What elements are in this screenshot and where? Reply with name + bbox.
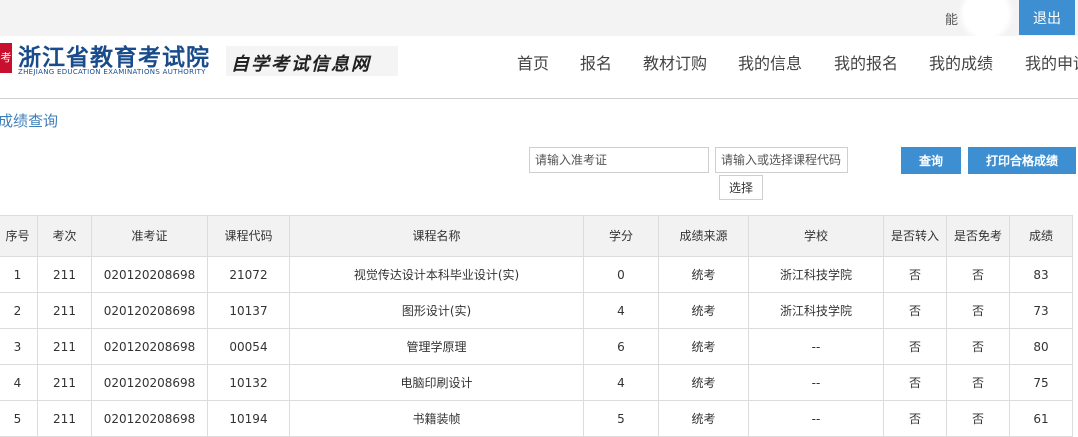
nav-item-my-registration[interactable]: 我的报名 xyxy=(834,50,898,74)
table-row: 2 211 020120208698 10137 图形设计(实) 4 统考 浙江… xyxy=(0,292,1073,329)
table-row: 3 211 020120208698 00054 管理学原理 6 统考 -- 否… xyxy=(0,328,1073,365)
table-cell: 211 xyxy=(37,328,92,365)
table-cell: 否 xyxy=(946,256,1010,293)
print-passed-scores-button[interactable]: 打印合格成绩 xyxy=(968,147,1076,174)
column-header: 成绩 xyxy=(1009,215,1073,257)
table-cell: 211 xyxy=(37,400,92,437)
table-cell: 1 xyxy=(0,256,38,293)
table-cell: 图形设计(实) xyxy=(289,292,584,329)
column-header: 学校 xyxy=(748,215,884,257)
table-cell: 4 xyxy=(583,364,659,401)
table-cell: 020120208698 xyxy=(91,364,208,401)
user-name: 能 xyxy=(945,13,959,28)
table-cell: 6 xyxy=(583,328,659,365)
table-row: 4 211 020120208698 10132 电脑印刷设计 4 统考 -- … xyxy=(0,364,1073,401)
table-cell: -- xyxy=(748,328,884,365)
table-row: 5 211 020120208698 10194 书籍装帧 5 统考 -- 否 … xyxy=(0,400,1073,437)
table-cell: 211 xyxy=(37,256,92,293)
column-header: 考次 xyxy=(37,215,92,257)
main-nav: 首页 报名 教材订购 我的信息 我的报名 我的成绩 我的申请 xyxy=(0,50,1078,74)
table-cell: 4 xyxy=(0,364,38,401)
table-header-row: 序号 考次 准考证 课程代码 课程名称 学分 成绩来源 学校 是否转入 是否免考… xyxy=(0,215,1073,257)
table-cell: 3 xyxy=(0,328,38,365)
table-cell: 统考 xyxy=(658,328,749,365)
table-cell: 否 xyxy=(883,364,947,401)
column-header: 课程名称 xyxy=(289,215,584,257)
course-code-input[interactable] xyxy=(715,147,848,173)
table-cell: 61 xyxy=(1009,400,1073,437)
scores-table: 序号 考次 准考证 课程代码 课程名称 学分 成绩来源 学校 是否转入 是否免考… xyxy=(0,215,1073,437)
table-cell: 视觉传达设计本科毕业设计(实) xyxy=(289,256,584,293)
nav-item-my-info[interactable]: 我的信息 xyxy=(738,50,802,74)
table-cell: 5 xyxy=(583,400,659,437)
nav-item-home[interactable]: 首页 xyxy=(517,50,549,74)
table-cell: 73 xyxy=(1009,292,1073,329)
table-cell: -- xyxy=(748,400,884,437)
table-cell: 浙江科技学院 xyxy=(748,256,884,293)
table-cell: -- xyxy=(748,364,884,401)
table-cell: 2 xyxy=(0,292,38,329)
logout-button[interactable]: 退出 xyxy=(1019,0,1075,35)
table-cell: 否 xyxy=(946,364,1010,401)
table-cell: 管理学原理 xyxy=(289,328,584,365)
column-header: 是否转入 xyxy=(883,215,947,257)
table-cell: 否 xyxy=(946,400,1010,437)
query-button[interactable]: 查询 xyxy=(901,147,961,174)
column-header: 学分 xyxy=(583,215,659,257)
table-cell: 020120208698 xyxy=(91,292,208,329)
table-cell: 020120208698 xyxy=(91,328,208,365)
table-cell: 4 xyxy=(583,292,659,329)
table-cell: 电脑印刷设计 xyxy=(289,364,584,401)
column-header: 成绩来源 xyxy=(658,215,749,257)
table-cell: 统考 xyxy=(658,292,749,329)
nav-item-my-applications[interactable]: 我的申请 xyxy=(1025,50,1078,74)
table-cell: 统考 xyxy=(658,364,749,401)
table-cell: 否 xyxy=(946,292,1010,329)
table-cell: 否 xyxy=(883,328,947,365)
table-cell: 否 xyxy=(883,256,947,293)
column-header: 是否免考 xyxy=(946,215,1010,257)
table-cell: 80 xyxy=(1009,328,1073,365)
table-cell: 否 xyxy=(883,400,947,437)
table-row: 1 211 020120208698 21072 视觉传达设计本科毕业设计(实)… xyxy=(0,256,1073,293)
site-header: 考 浙江省教育考试院 ZHEJIANG EDUCATION EXAMINATIO… xyxy=(0,36,1078,99)
table-cell: 浙江科技学院 xyxy=(748,292,884,329)
table-cell: 统考 xyxy=(658,400,749,437)
nav-item-registration[interactable]: 报名 xyxy=(580,50,612,74)
column-header: 序号 xyxy=(0,215,38,257)
table-cell: 211 xyxy=(37,364,92,401)
table-cell: 10137 xyxy=(207,292,290,329)
column-header: 课程代码 xyxy=(207,215,290,257)
table-cell: 020120208698 xyxy=(91,256,208,293)
table-cell: 83 xyxy=(1009,256,1073,293)
nav-item-my-scores[interactable]: 我的成绩 xyxy=(929,50,993,74)
column-header: 准考证 xyxy=(91,215,208,257)
table-cell: 211 xyxy=(37,292,92,329)
table-cell: 020120208698 xyxy=(91,400,208,437)
table-cell: 书籍装帧 xyxy=(289,400,584,437)
table-cell: 75 xyxy=(1009,364,1073,401)
table-cell: 否 xyxy=(883,292,947,329)
table-cell: 否 xyxy=(946,328,1010,365)
table-cell: 10194 xyxy=(207,400,290,437)
table-cell: 0 xyxy=(583,256,659,293)
table-cell: 10132 xyxy=(207,364,290,401)
select-course-button[interactable]: 选择 xyxy=(719,175,763,200)
top-bar: 能 退出 xyxy=(0,0,1078,42)
table-cell: 21072 xyxy=(207,256,290,293)
page-title: 成绩查询 xyxy=(0,112,59,130)
nav-item-textbook-order[interactable]: 教材订购 xyxy=(643,50,707,74)
exam-id-input[interactable] xyxy=(529,147,709,173)
table-cell: 00054 xyxy=(207,328,290,365)
table-cell: 统考 xyxy=(658,256,749,293)
table-cell: 5 xyxy=(0,400,38,437)
